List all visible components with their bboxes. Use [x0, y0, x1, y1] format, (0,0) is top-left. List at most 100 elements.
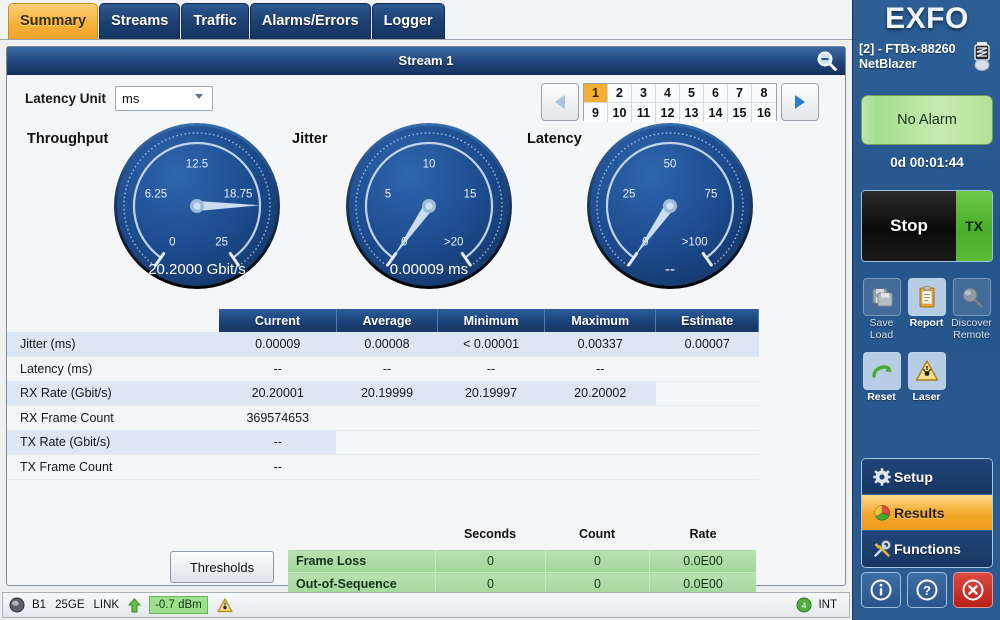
help-button[interactable]: ? — [907, 572, 947, 608]
stop-button[interactable]: Stop — [862, 191, 956, 261]
page-cell-4[interactable]: 4 — [656, 84, 680, 103]
svg-text:75: 75 — [705, 189, 718, 201]
save-load-label-2: Load — [859, 330, 904, 342]
stream-pager: 1 2 3 4 5 6 7 8 9 10 11 12 13 14 — [541, 83, 819, 121]
cell-rx-rate-minimum: 20.19997 — [438, 381, 545, 406]
close-button[interactable] — [953, 572, 993, 608]
thr-name-frame-loss: Frame Loss — [288, 550, 436, 573]
cell-rx-frame-count-current: 369574653 — [219, 406, 336, 431]
cell-rx-rate-estimate — [656, 381, 759, 406]
nav-item-setup[interactable]: Setup — [862, 459, 992, 495]
reset-label-1: Reset — [859, 392, 904, 404]
cell-rx-rate-current: 20.20001 — [219, 381, 336, 406]
svg-text:0: 0 — [169, 237, 175, 249]
latency-unit-select[interactable]: ms — [115, 86, 213, 111]
tab-summary[interactable]: Summary — [8, 3, 98, 39]
cell-tx-rate-maximum — [545, 430, 656, 455]
page-cell-15[interactable]: 15 — [728, 103, 752, 122]
tab-bar: Summary Streams Traffic Alarms/Errors Lo… — [0, 0, 852, 40]
table-header-row: Current Average Minimum Maximum Estimate — [7, 309, 759, 332]
page-cell-5[interactable]: 5 — [680, 84, 704, 103]
page-cell-9[interactable]: 9 — [584, 103, 608, 122]
triangle-right-icon — [795, 95, 805, 109]
table-row: RX Frame Count 369574653 — [7, 406, 759, 431]
throughput-gauge: 06.2512.518.752520.2000 Gbit/s — [112, 121, 282, 291]
nav-item-results[interactable]: Results — [862, 495, 992, 531]
page-cell-14[interactable]: 14 — [704, 103, 728, 122]
alarm-status-text: No Alarm — [897, 112, 957, 128]
alarm-status-box: No Alarm — [861, 95, 993, 145]
status-rate: 25GE — [55, 599, 84, 611]
laser-button[interactable]: Laser — [904, 352, 949, 404]
svg-text:?: ? — [923, 583, 931, 598]
row-label-tx-frame-count: TX Frame Count — [7, 455, 219, 480]
row-label-jitter: Jitter (ms) — [7, 332, 219, 357]
cell-latency-estimate — [656, 357, 759, 382]
svg-text:4: 4 — [802, 600, 807, 610]
info-button[interactable] — [861, 572, 901, 608]
svg-text:6.25: 6.25 — [145, 189, 167, 201]
save-load-button[interactable]: Save Load — [859, 278, 904, 341]
save-load-label-1: Save — [859, 318, 904, 330]
page-cell-6[interactable]: 6 — [704, 84, 728, 103]
cell-tx-frame-count-average — [336, 455, 437, 480]
column-header-current: Current — [219, 309, 336, 332]
device-line-1: [2] - FTBx-88260 — [859, 42, 979, 57]
panel-title-text: Stream 1 — [399, 53, 454, 68]
table-row: TX Frame Count -- — [7, 455, 759, 480]
status-optical-power: -0.7 dBm — [149, 596, 208, 614]
tab-traffic[interactable]: Traffic — [181, 3, 249, 39]
reset-button[interactable]: Reset — [859, 352, 904, 404]
page-cell-3[interactable]: 3 — [632, 84, 656, 103]
tab-label: Alarms/Errors — [262, 13, 359, 29]
table-row: Jitter (ms) 0.00009 0.00008 < 0.00001 0.… — [7, 332, 759, 357]
page-cell-12[interactable]: 12 — [656, 103, 680, 122]
elapsed-timer: 0d 00:01:44 — [853, 155, 1000, 170]
discover-remote-button[interactable]: Discover Remote — [949, 278, 994, 341]
laser-icon — [908, 352, 946, 390]
page-cell-2[interactable]: 2 — [608, 84, 632, 103]
tab-logger[interactable]: Logger — [372, 3, 445, 39]
page-cell-8[interactable]: 8 — [752, 84, 776, 103]
tool-row-1: Save Load Report — [859, 278, 995, 341]
svg-text:>20: >20 — [444, 237, 464, 249]
thresholds-button[interactable]: Thresholds — [170, 551, 274, 583]
thresholds-header-row: Seconds Count Rate — [287, 527, 757, 547]
report-icon — [908, 278, 946, 316]
tab-streams[interactable]: Streams — [99, 3, 180, 39]
svg-text:10: 10 — [423, 159, 436, 171]
tx-indicator: TX — [956, 191, 992, 261]
report-button[interactable]: Report — [904, 278, 949, 341]
controls-row: Latency Unit ms 1 2 3 4 5 6 7 8 — [7, 75, 845, 127]
pie-chart-icon — [870, 504, 894, 522]
right-sidebar: EXFO [2] - FTBx-88260 NetBlazer No Alarm… — [852, 0, 1000, 620]
tab-label: Summary — [20, 13, 86, 29]
pager-prev-button[interactable] — [541, 83, 579, 121]
nav-item-functions[interactable]: Functions — [862, 531, 992, 567]
row-label-latency: Latency (ms) — [7, 357, 219, 382]
page-cell-7[interactable]: 7 — [728, 84, 752, 103]
jitter-gauge-label: Jitter — [292, 131, 327, 147]
page-cell-16[interactable]: 16 — [752, 103, 776, 122]
cell-tx-rate-average — [336, 430, 437, 455]
zoom-out-icon[interactable] — [815, 49, 839, 73]
svg-text:15: 15 — [464, 189, 477, 201]
page-cell-11[interactable]: 11 — [632, 103, 656, 122]
nav-label-functions: Functions — [894, 541, 961, 557]
exfo-netblazer-window: Summary Streams Traffic Alarms/Errors Lo… — [0, 0, 1000, 620]
gear-icon — [870, 468, 894, 486]
tab-alarms-errors[interactable]: Alarms/Errors — [250, 3, 371, 39]
exfo-logo: EXFO — [853, 2, 1000, 36]
cell-jitter-average: 0.00008 — [336, 332, 437, 357]
page-cell-1[interactable]: 1 — [584, 84, 608, 103]
pager-next-button[interactable] — [781, 83, 819, 121]
row-label-tx-rate: TX Rate (Gbit/s) — [7, 430, 219, 455]
page-cell-13[interactable]: 13 — [680, 103, 704, 122]
device-line-2: NetBlazer — [859, 57, 979, 72]
battery-icon — [972, 42, 992, 77]
page-cell-10[interactable]: 10 — [608, 103, 632, 122]
discover-remote-label-2: Remote — [949, 330, 994, 342]
triangle-left-icon — [555, 95, 565, 109]
table-row: Latency (ms) -- -- -- -- — [7, 357, 759, 382]
jitter-gauge: 051015>200.00009 ms — [344, 121, 514, 291]
